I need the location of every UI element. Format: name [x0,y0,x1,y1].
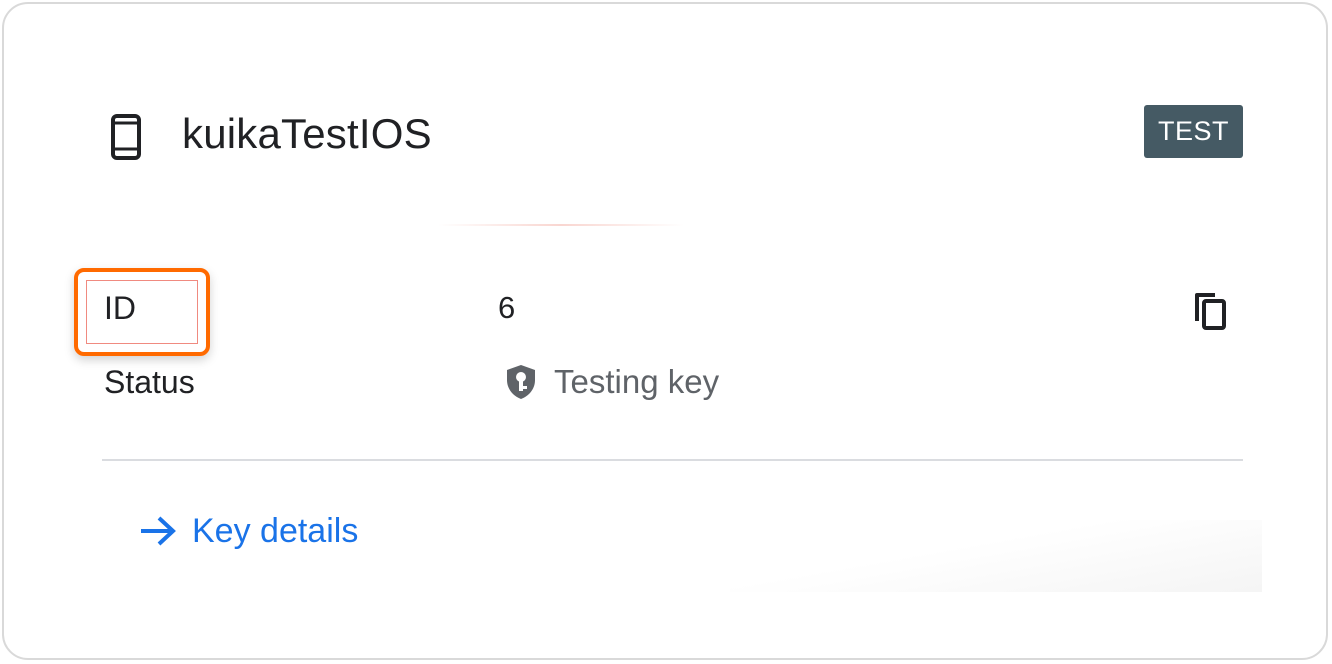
id-label-highlight-inner [86,280,198,344]
status-label: Status [104,364,195,400]
status-text: Testing key [554,363,720,400]
decorative-fade [730,520,1262,592]
smartphone-icon [111,114,141,160]
id-label: ID [104,290,136,326]
status-value: Testing key [504,362,719,402]
id-value: 6 [498,290,516,325]
section-divider [102,459,1243,461]
key-details-link[interactable]: Key details [138,508,358,554]
copy-icon[interactable] [1191,290,1229,332]
app-name-title: kuikaTestIOS [182,110,432,157]
key-shield-icon [507,365,535,399]
key-details-label: Key details [192,512,359,550]
arrow-right-icon [141,516,176,546]
decorative-divider [438,224,684,226]
environment-badge: TEST [1144,105,1243,158]
